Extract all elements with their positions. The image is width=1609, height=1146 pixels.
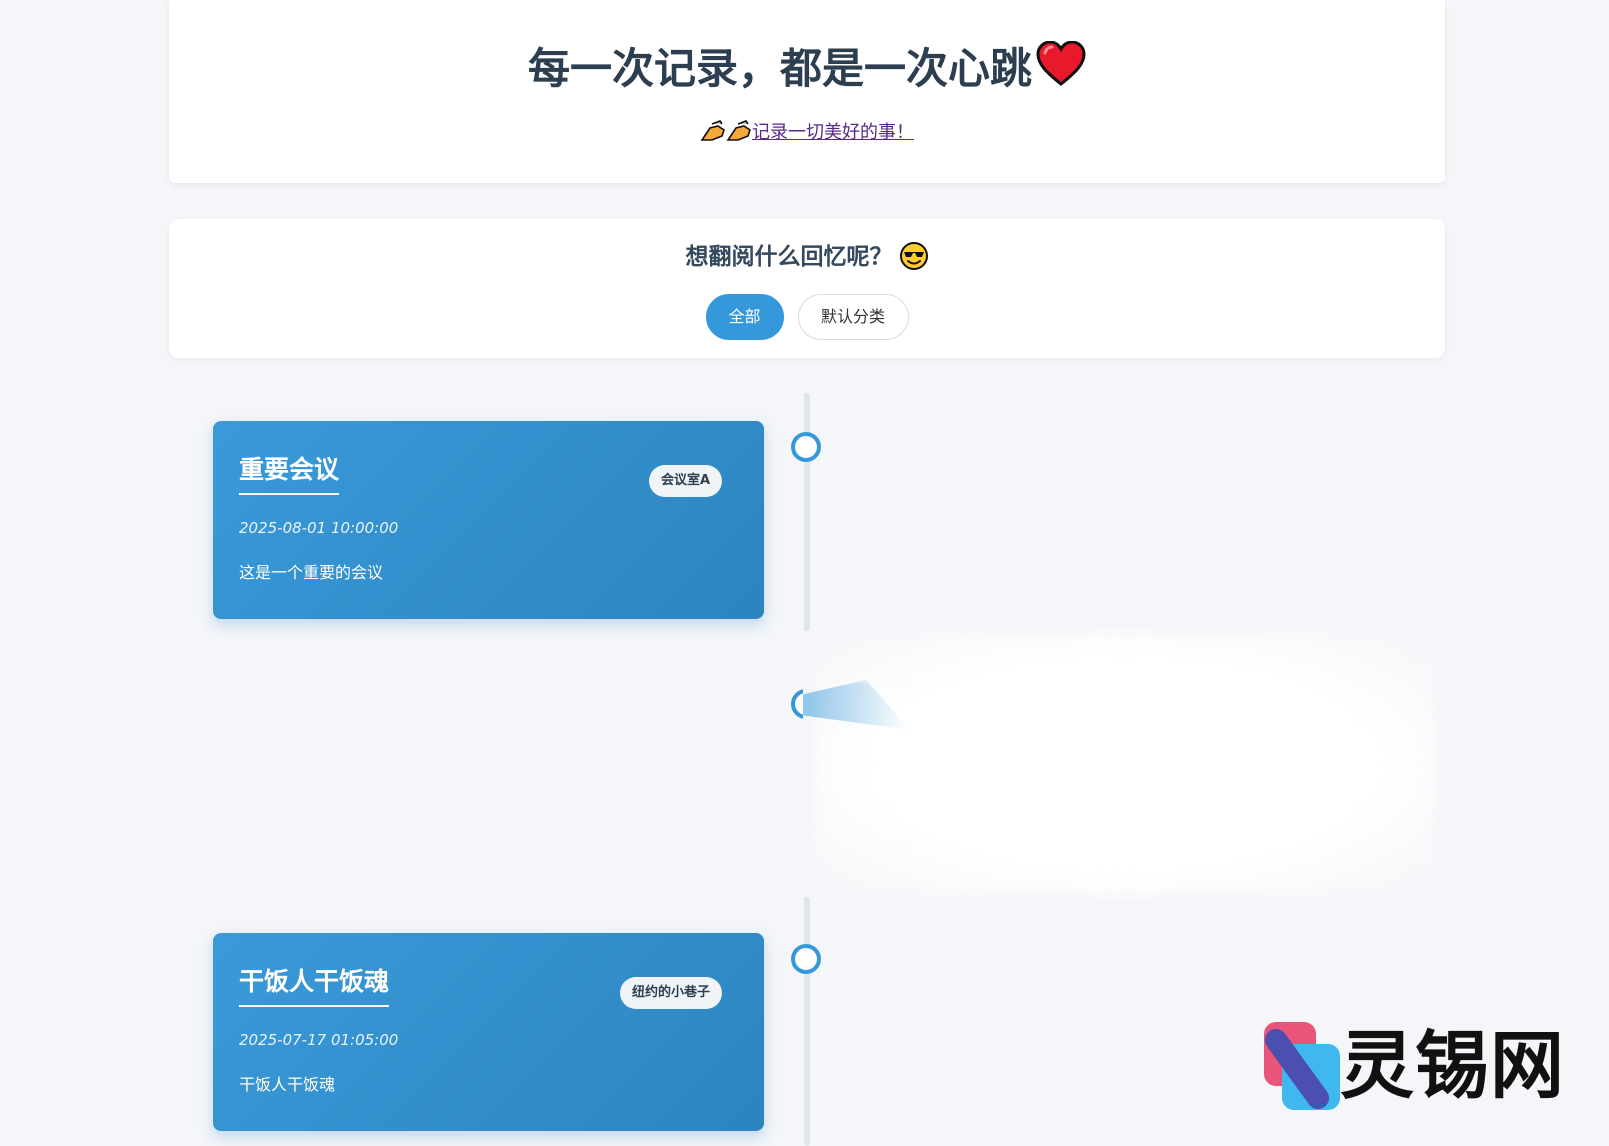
site-title: 每一次记录，都是一次心跳 bbox=[169, 40, 1445, 102]
watermark-text: 灵锡网 bbox=[1340, 1023, 1565, 1109]
card-date: 2025-08-01 10:00:00 bbox=[239, 519, 399, 537]
card-description: 这是一个重要的会议 bbox=[239, 563, 384, 582]
animating-card bbox=[815, 633, 1435, 895]
timeline-dot bbox=[791, 944, 821, 974]
site-title-text: 每一次记录，都是一次心跳 bbox=[527, 44, 1032, 93]
site-subtitle: 记录一切美好的事！ bbox=[169, 120, 1445, 150]
writing-hand-icon bbox=[726, 120, 752, 150]
subtitle-link[interactable]: 记录一切美好的事！ bbox=[752, 122, 914, 143]
filter-default-category-button[interactable]: 默认分类 bbox=[797, 294, 909, 340]
writing-hand-icon bbox=[700, 120, 726, 150]
watermark-logo-icon bbox=[1264, 1022, 1340, 1110]
page: 每一次记录，都是一次心跳 记录一切美好的事！ 想翻阅什么回忆呢？ 全部 默认分类… bbox=[0, 0, 1609, 1146]
timeline-card[interactable]: 干饭人干饭魂 纽约的小巷子 2025-07-17 01:05:00 干饭人干饭魂 bbox=[213, 933, 764, 1131]
filter-all-button[interactable]: 全部 bbox=[705, 294, 784, 340]
location-badge: 纽约的小巷子 bbox=[619, 977, 722, 1009]
filter-title: 想翻阅什么回忆呢？ bbox=[169, 237, 1445, 284]
card-title: 重要会议 bbox=[239, 453, 340, 495]
filter-card: 想翻阅什么回忆呢？ 全部 默认分类 bbox=[169, 219, 1445, 358]
heart-icon bbox=[1036, 40, 1086, 102]
card-date: 2025-07-17 01:05:00 bbox=[239, 1031, 399, 1049]
watermark: 灵锡网 bbox=[1260, 1018, 1580, 1114]
card-description: 干饭人干饭魂 bbox=[239, 1075, 336, 1094]
card-title: 干饭人干饭魂 bbox=[239, 965, 390, 1007]
timeline-line bbox=[804, 897, 810, 1146]
timeline-dot bbox=[791, 432, 821, 462]
filter-buttons: 全部 默认分类 bbox=[169, 294, 1445, 340]
filter-title-text: 想翻阅什么回忆呢？ bbox=[685, 244, 893, 270]
header-card: 每一次记录，都是一次心跳 记录一切美好的事！ bbox=[169, 0, 1445, 183]
location-badge: 会议室A bbox=[648, 465, 722, 497]
timeline-card[interactable]: 重要会议 会议室A 2025-08-01 10:00:00 这是一个重要的会议 bbox=[213, 421, 764, 619]
timeline-line bbox=[804, 393, 810, 631]
sunglasses-smile-icon bbox=[899, 241, 929, 284]
